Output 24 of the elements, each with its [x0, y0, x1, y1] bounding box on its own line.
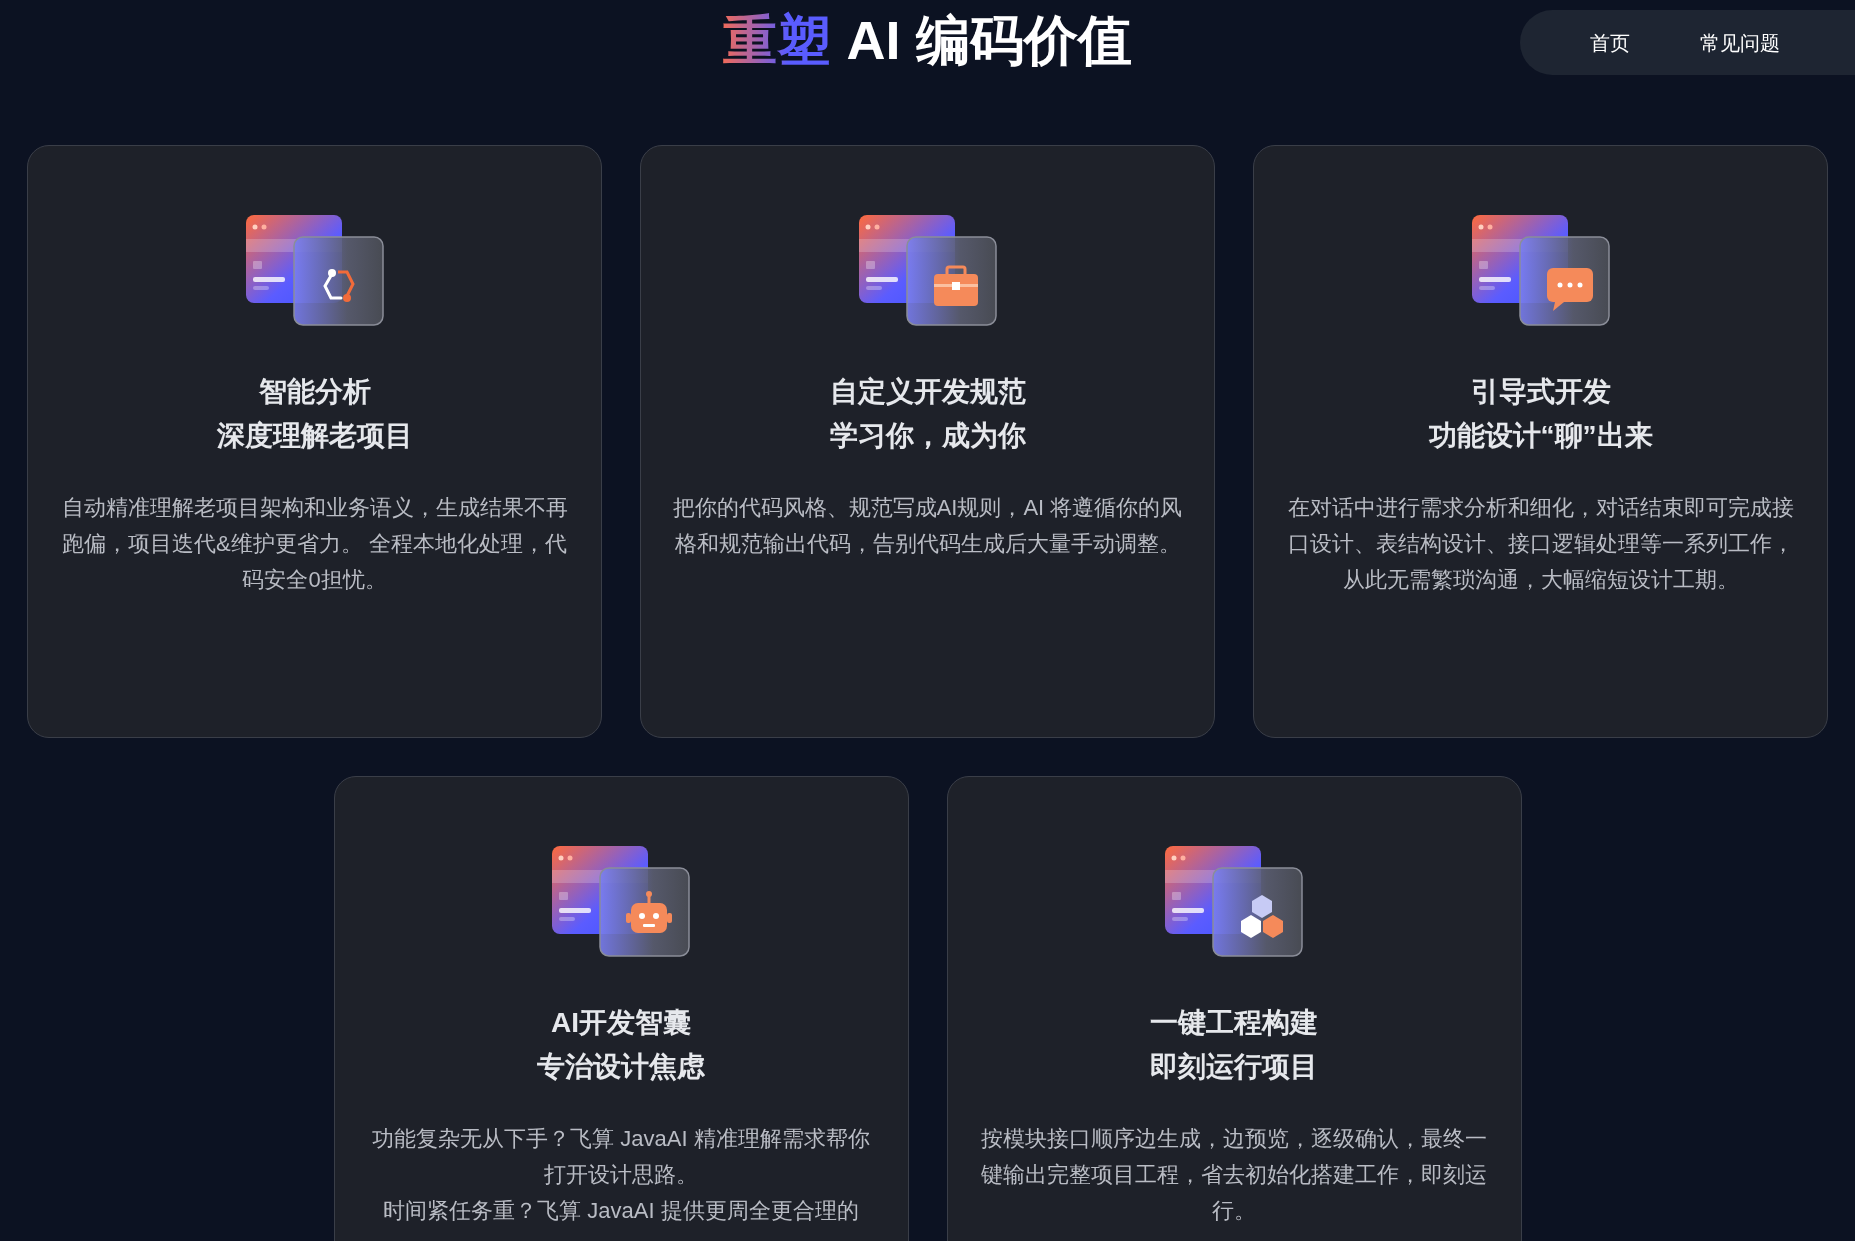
card-description: 时间紧任务重？飞算 JavaAI 提供更周全更合理的	[382, 1197, 860, 1225]
app-icon	[1470, 214, 1611, 326]
card-title: 深度理解老项目	[216, 419, 413, 453]
card-description: 自动精准理解老项目架构和业务语义，生成结果不再跑偏，项目迭代&维护更省力。 全程本地化处理，代码安全0担忧。	[60, 494, 569, 594]
card-description: 功能复杂无从下手？飞算 JavaAI 精准理解需求帮你打开设计思路。	[371, 1125, 871, 1189]
app-icon	[857, 214, 998, 326]
card-description: 按模块接口顺序边生成，边预览，逐级确认，最终一键输出完整项目工程，省去初始化搭建工作，即刻运行。	[980, 1125, 1488, 1225]
card-title: 功能设计“聊”出来	[1428, 419, 1653, 453]
app-icon	[244, 214, 385, 326]
card-title: AI开发智囊	[551, 1006, 691, 1040]
card-title: 自定义开发规范	[829, 375, 1026, 409]
card-description: 在对话中进行需求分析和细化，对话结束即可完成接口设计、表结构设计、接口逻辑处理等一系列工作，从此无需繁琐沟通，大幅缩短设计工期。	[1286, 494, 1795, 594]
app-icon	[1164, 845, 1304, 957]
card-title: 一键工程构建	[1150, 1006, 1318, 1040]
app-icon	[551, 845, 691, 957]
card-title: 即刻运行项目	[1150, 1050, 1318, 1084]
page-title: 重塑 AI 编码价值	[723, 9, 1132, 72]
card-title: 智能分析	[258, 375, 371, 409]
nav-link[interactable]: 常见问题	[1700, 30, 1780, 57]
card-description: 把你的代码风格、规范写成AI规则，AI 将遵循你的风格和规范输出代码，告别代码生成后大量手动调整。	[671, 494, 1184, 558]
card-title: 专治设计焦虑	[537, 1050, 705, 1084]
card-title: 引导式开发	[1470, 375, 1611, 409]
card-title: 学习你，成为你	[829, 419, 1026, 453]
nav-link[interactable]: 首页	[1590, 30, 1630, 57]
